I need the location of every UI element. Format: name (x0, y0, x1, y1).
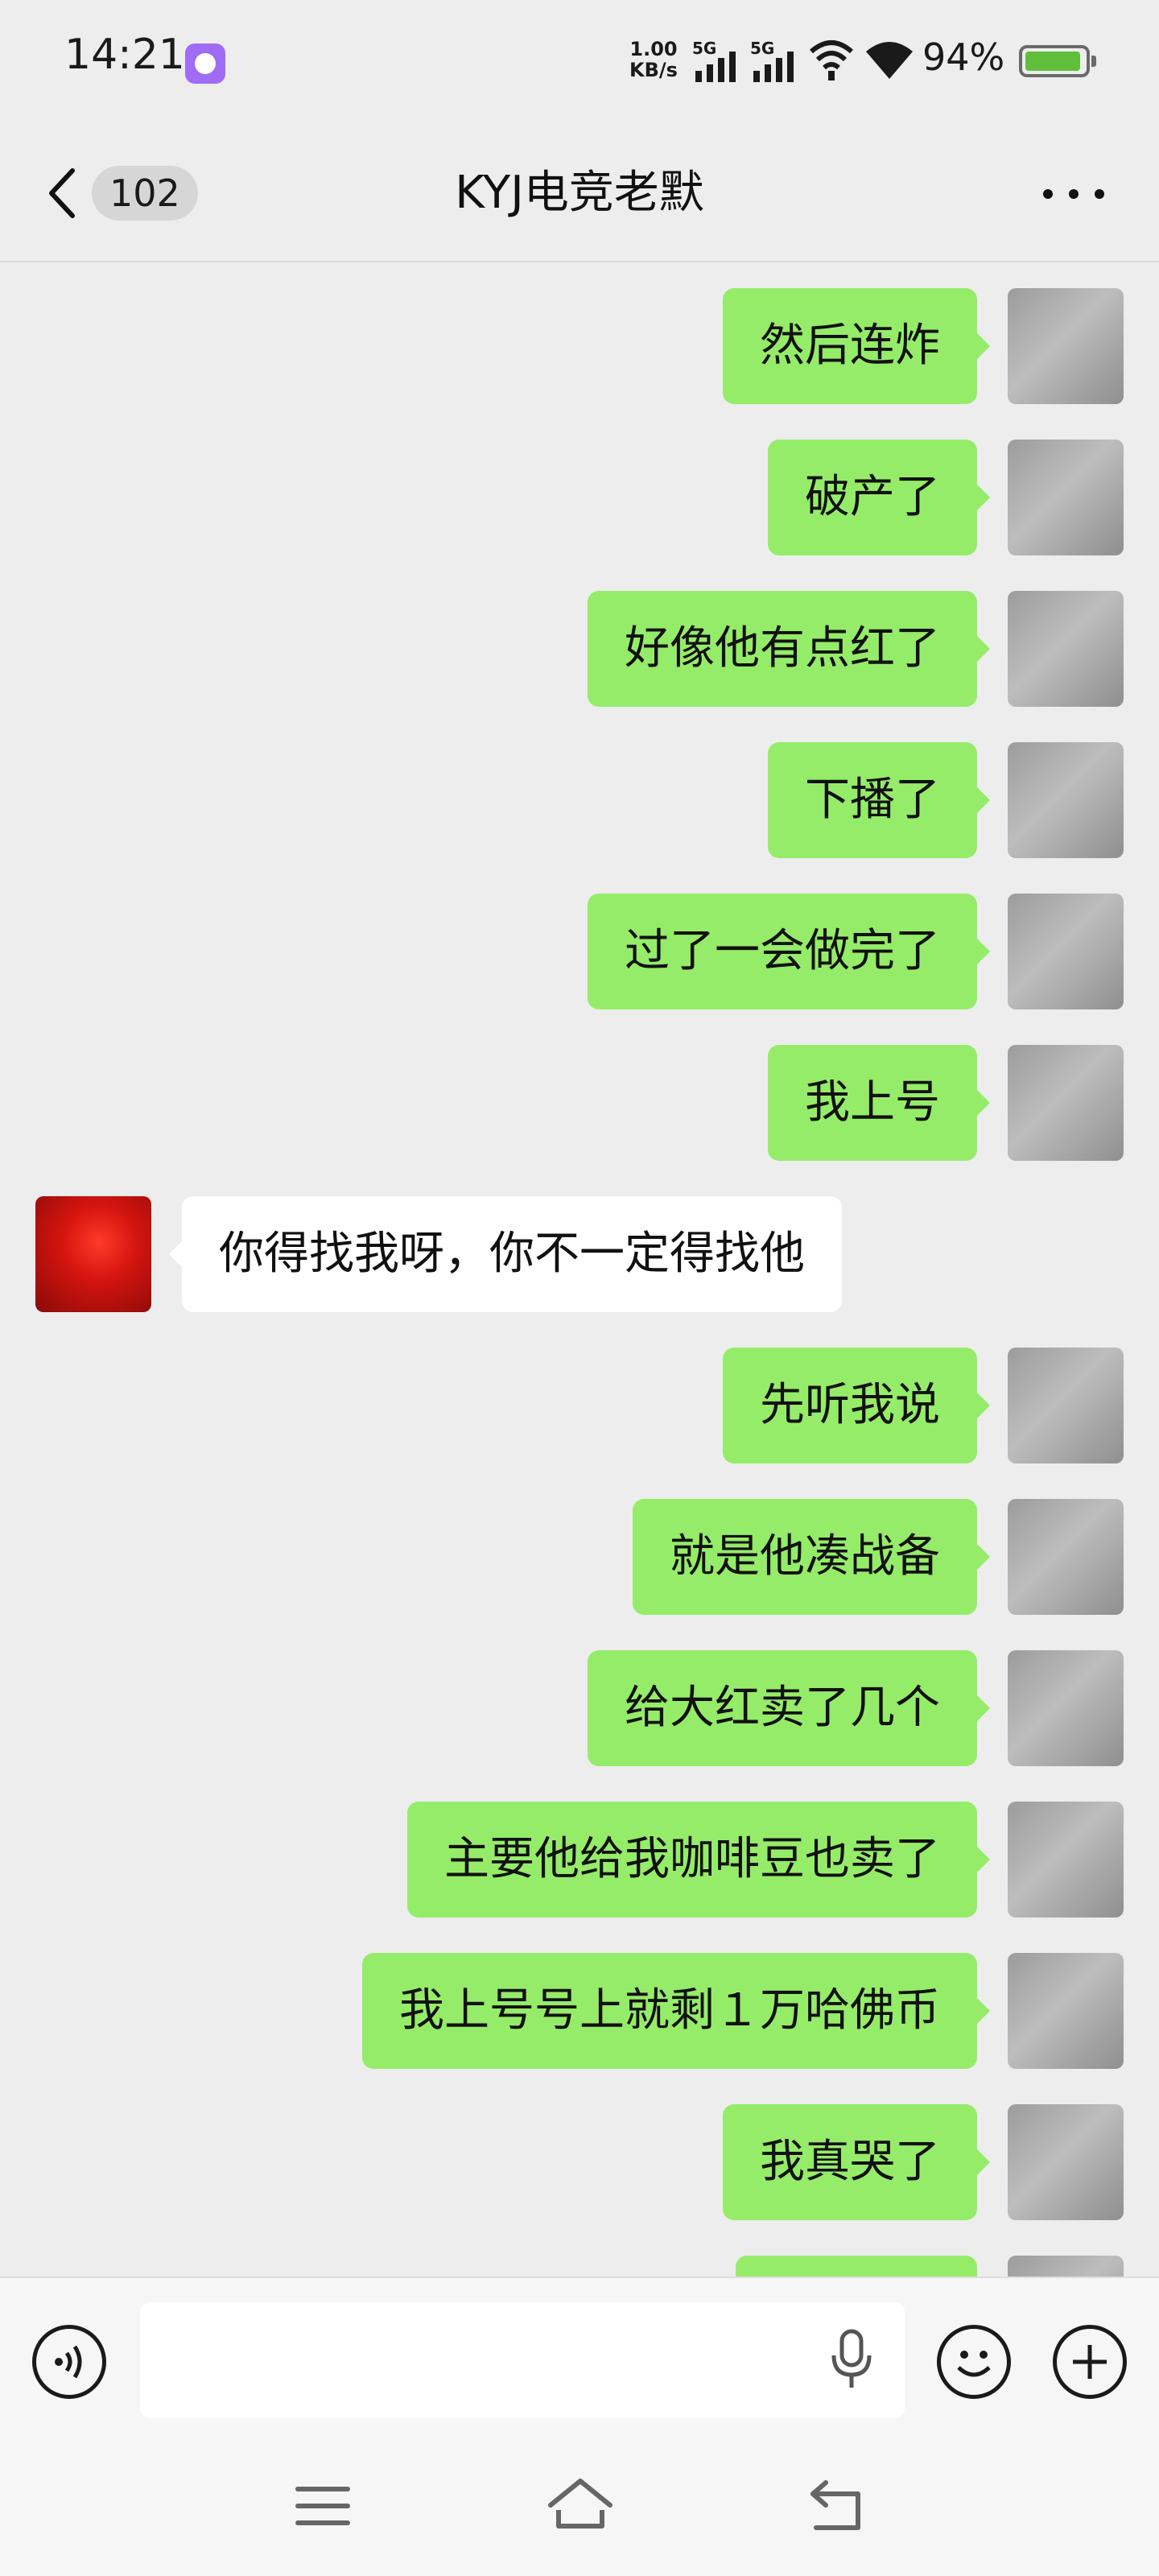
ellipsis-icon (1043, 189, 1053, 199)
sent-message[interactable]: 破产了 (0, 440, 1159, 555)
my-avatar[interactable] (1008, 288, 1124, 404)
my-avatar[interactable] (1008, 1348, 1124, 1463)
my-avatar[interactable] (1008, 591, 1124, 707)
system-navigation-bar (0, 2447, 1159, 2568)
sent-message[interactable]: 我上号号上就剩１万哈佛币 (0, 1953, 1159, 2069)
my-avatar[interactable] (1008, 1802, 1124, 1918)
more-options-button[interactable] (1038, 187, 1111, 203)
message-bubble[interactable]: 过了一会做完了 (588, 894, 990, 1009)
message-bubble[interactable]: 我上号号上就剩１万哈佛币 (362, 1953, 990, 2069)
message-bubble[interactable]: 先听我说 (723, 1348, 990, 1463)
wifi-data-icon (810, 40, 853, 80)
message-bubble[interactable]: 我真哭了 (723, 2104, 990, 2220)
message-bubble[interactable]: 我上号 (768, 1045, 990, 1161)
sent-message[interactable]: 过了一会做完了 (0, 894, 1159, 1009)
status-time: 14:21 (64, 31, 185, 79)
network-speed: 1.00 KB/s (628, 39, 679, 80)
sent-message[interactable]: 主要他给我咖啡豆也卖了 (0, 1802, 1159, 1918)
ellipsis-dot (1095, 189, 1104, 199)
message-input[interactable] (140, 2302, 905, 2418)
my-avatar[interactable] (1008, 1953, 1124, 2069)
unread-count-badge: 102 (92, 166, 198, 221)
chat-screen: 14:21 1.00 KB/s 5G 5G 94% 102 KYJ电竞老默 然后… (0, 0, 1159, 2576)
emoji-button[interactable] (937, 2325, 1011, 2399)
voice-wave-icon (55, 2345, 82, 2379)
battery-icon (1019, 45, 1096, 77)
message-bubble[interactable]: 下播了 (768, 742, 990, 858)
sent-message[interactable]: 给大红卖了几个 (0, 1650, 1159, 1766)
message-bubble[interactable]: 主要他给我咖啡豆也卖了 (407, 1802, 990, 1918)
my-avatar[interactable] (1008, 1650, 1124, 1766)
battery-fill (1025, 52, 1080, 71)
wifi-icon (866, 42, 913, 79)
ellipsis-dot (1069, 189, 1079, 199)
back-button[interactable]: 102 (39, 161, 200, 225)
menu-icon[interactable] (287, 2470, 359, 2542)
sent-message[interactable]: 好像他有点红了 (0, 591, 1159, 707)
contact-avatar[interactable] (35, 1196, 151, 1312)
status-bar: 14:21 1.00 KB/s 5G 5G 94% (0, 0, 1159, 121)
sent-message[interactable]: 我真哭了 (0, 2104, 1159, 2220)
battery-percentage: 94% (922, 35, 1005, 79)
sent-message[interactable]: 然后连炸 (0, 288, 1159, 404)
message-bubble[interactable]: 你得找我呀，你不一定得找他 (169, 1196, 842, 1312)
network-speed-unit: KB/s (629, 59, 678, 81)
chat-title: KYJ电竞老默 (455, 167, 704, 219)
sent-message[interactable]: 我上号 (0, 1045, 1159, 1161)
my-avatar[interactable] (1008, 894, 1124, 1009)
message-bubble[interactable]: 然后连炸 (723, 288, 990, 404)
my-avatar[interactable] (1008, 1499, 1124, 1615)
my-avatar[interactable] (1008, 742, 1124, 858)
my-avatar[interactable] (1008, 2256, 1124, 2277)
more-functions-button[interactable] (1053, 2325, 1127, 2399)
signal-2-icon (753, 52, 794, 82)
message-bubble[interactable]: 好像他有点红了 (588, 591, 990, 707)
sent-message[interactable] (0, 2256, 1159, 2277)
my-avatar[interactable] (1008, 2104, 1124, 2220)
message-list[interactable]: 然后连炸破产了好像他有点红了下播了过了一会做完了我上号你得找我呀，你不一定得找他… (0, 264, 1159, 2277)
network-speed-value: 1.00 (629, 38, 678, 60)
voice-input-button[interactable] (32, 2325, 106, 2399)
message-bubble[interactable] (736, 2256, 977, 2277)
my-avatar[interactable] (1008, 440, 1124, 555)
microphone-icon[interactable] (829, 2328, 874, 2392)
my-avatar[interactable] (1008, 1045, 1124, 1161)
chevron-left-icon (49, 168, 75, 218)
plus-icon (1073, 2345, 1107, 2379)
message-bubble[interactable]: 就是他凑战备 (633, 1499, 990, 1615)
smiley-icon (957, 2351, 991, 2377)
chat-header: 102 KYJ电竞老默 (0, 121, 1159, 262)
app-notification-icon (185, 43, 225, 84)
sent-message[interactable]: 下播了 (0, 742, 1159, 858)
sent-message[interactable]: 就是他凑战备 (0, 1499, 1159, 1615)
sent-message[interactable]: 先听我说 (0, 1348, 1159, 1463)
return-icon[interactable] (802, 2470, 874, 2542)
home-icon[interactable] (544, 2470, 617, 2542)
signal-1-icon (695, 52, 736, 82)
message-bubble[interactable]: 给大红卖了几个 (588, 1650, 990, 1766)
message-bubble[interactable]: 破产了 (768, 440, 990, 555)
received-message[interactable]: 你得找我呀，你不一定得找他 (0, 1196, 1159, 1312)
